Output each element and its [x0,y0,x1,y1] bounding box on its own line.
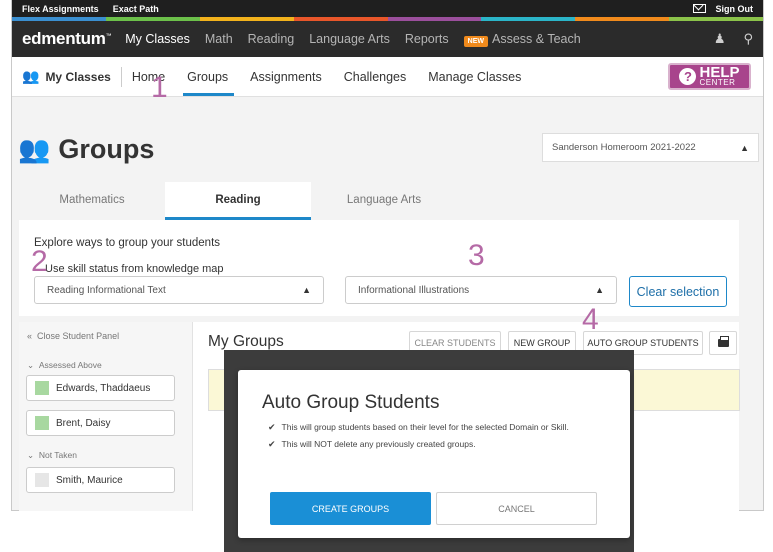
check-icon: ✔ [268,439,276,449]
dialog-title: Auto Group Students [262,392,440,413]
question-icon: ? [679,68,697,85]
nav-math[interactable]: Math [205,32,233,46]
explore-heading: Explore ways to group your students [34,237,221,249]
nav-reports[interactable]: Reports [405,32,449,46]
user-icon[interactable]: ♟ [714,31,726,47]
select-arrows-icon: ▲︎ [302,285,311,295]
class-select[interactable]: Sanderson Homeroom 2021-2022 ▲︎ [542,133,759,162]
status-swatch [35,381,49,395]
main-nav: edmentum™ My Classes Math Reading Langua… [12,21,763,57]
page-title: 👥 Groups [18,134,155,164]
group-not-taken[interactable]: ⌄ Not Taken [27,450,77,461]
auto-group-dialog: Auto Group Students ✔ This will group stu… [238,370,630,538]
student-card[interactable]: Smith, Maurice [26,467,175,493]
sub-nav: 👥 My Classes Home Groups Assignments Chal… [12,57,763,97]
tab-reading[interactable]: Reading [165,182,311,220]
new-badge: NEW [463,36,488,47]
cancel-button[interactable]: CANCEL [436,492,597,525]
subnav-assignments[interactable]: Assignments [250,70,322,84]
subnav-manage-classes[interactable]: Manage Classes [428,70,521,84]
annotation-number: 1 [151,71,168,104]
create-groups-button[interactable]: CREATE GROUPS [270,492,431,525]
annotation-number: 4 [582,303,599,336]
color-stripe [12,17,763,21]
edmentum-logo[interactable]: edmentum™ [22,29,112,49]
annotation-number: 3 [468,239,485,272]
people-icon: 👥 [22,68,40,84]
dialog-note: ✔ This will NOT delete any previously cre… [268,439,476,449]
skill-select[interactable]: Informational Illustrations ▲︎ [345,276,617,304]
chevron-down-icon: ⌄ [27,450,35,460]
grouping-options-panel: Explore ways to group your students Use … [19,220,739,316]
double-chevron-left-icon: « [27,331,33,341]
use-skill-label: Use skill status from knowledge map [45,263,224,275]
status-swatch [35,473,49,487]
nav-assess-teach[interactable]: NEW Assess & Teach [463,32,581,47]
nav-language-arts[interactable]: Language Arts [309,32,390,46]
domain-select[interactable]: Reading Informational Text ▲︎ [34,276,324,304]
student-card[interactable]: Edwards, Thaddaeus [26,375,175,401]
student-panel: « Close Student Panel ⌄ Assessed Above E… [19,322,193,511]
subnav-groups[interactable]: Groups [183,70,235,96]
check-icon: ✔ [268,422,276,432]
top-utility-bar: Flex Assignments Exact Path Sign Out [12,0,763,17]
my-groups-heading: My Groups [208,333,284,350]
clear-selection-button[interactable]: Clear selection [629,276,727,307]
nav-my-classes[interactable]: My Classes [125,32,190,46]
search-icon[interactable]: ⚲ [743,31,753,47]
tab-mathematics[interactable]: Mathematics [19,182,165,220]
groups-icon: 👥 [18,134,51,164]
select-arrows-icon: ▲︎ [595,285,604,295]
student-card[interactable]: Brent, Daisy [26,410,175,436]
select-arrows-icon: ▲︎ [740,142,749,153]
flex-assignments-link[interactable]: Flex Assignments [22,4,99,14]
annotation-number: 2 [31,245,48,278]
help-center-button[interactable]: ? HELP CENTER [668,63,751,90]
close-student-panel-link[interactable]: « Close Student Panel [27,331,119,341]
sign-out-link[interactable]: Sign Out [716,4,754,14]
print-button[interactable] [709,331,737,355]
mail-icon[interactable] [692,4,706,13]
chevron-down-icon: ⌄ [27,360,35,370]
printer-icon [717,336,729,347]
status-swatch [35,416,49,430]
subject-tabs: Mathematics Reading Language Arts [19,182,739,220]
subnav-challenges[interactable]: Challenges [344,70,407,84]
dialog-note: ✔ This will group students based on their… [268,422,569,432]
nav-reading[interactable]: Reading [248,32,295,46]
tab-language-arts[interactable]: Language Arts [311,182,457,220]
my-classes-section: 👥 My Classes [22,66,122,87]
group-assessed-above[interactable]: ⌄ Assessed Above [27,360,102,371]
exact-path-link[interactable]: Exact Path [113,4,159,14]
